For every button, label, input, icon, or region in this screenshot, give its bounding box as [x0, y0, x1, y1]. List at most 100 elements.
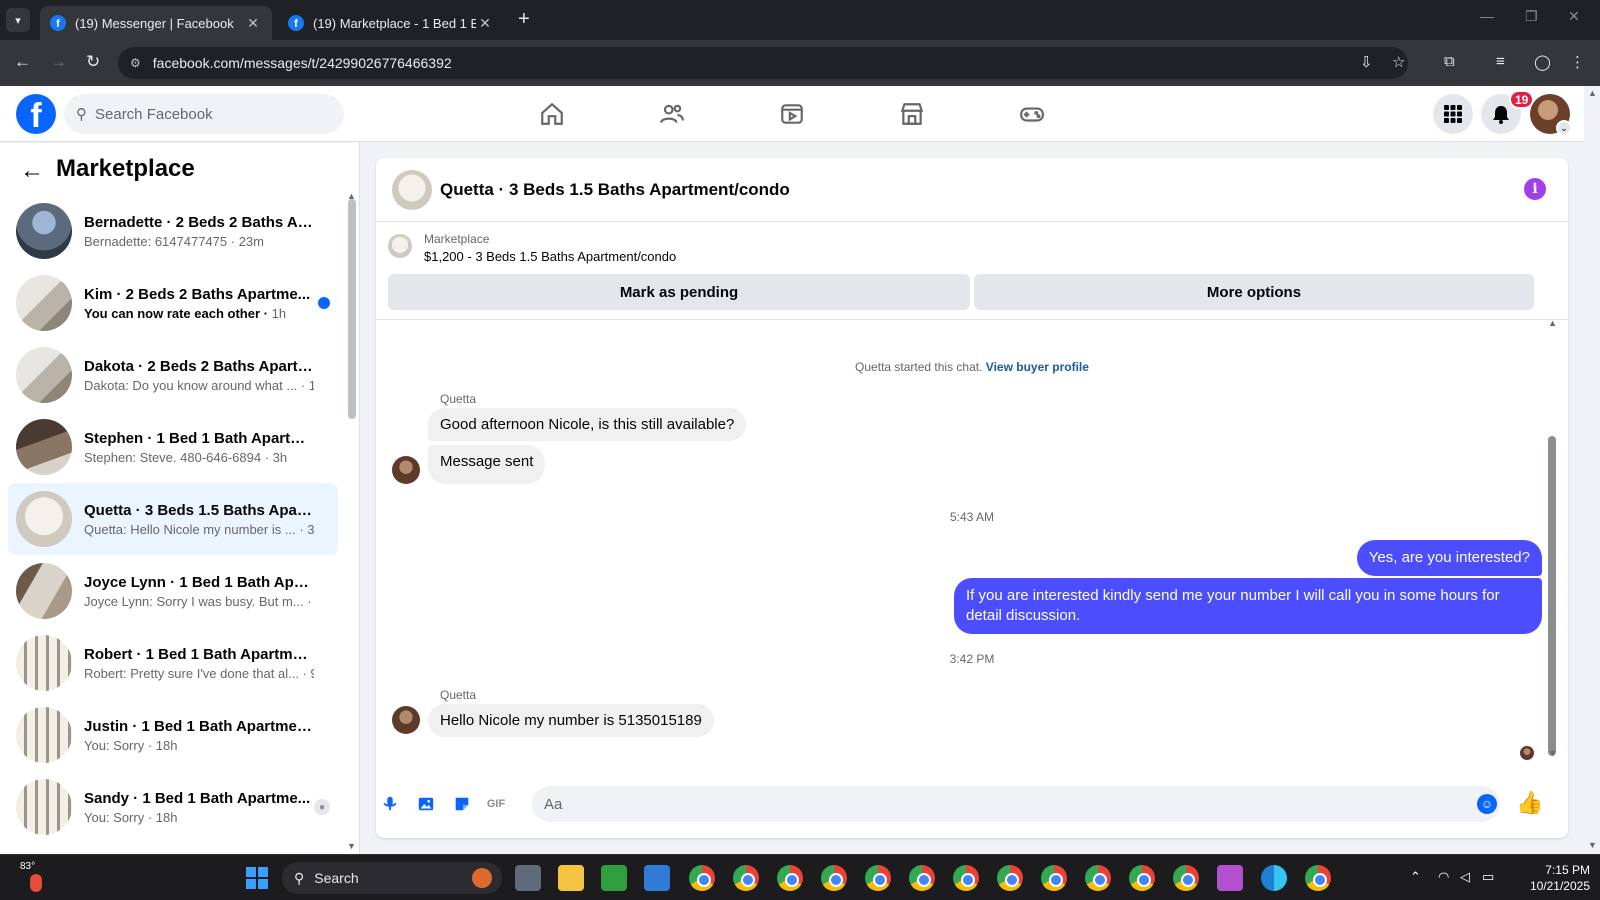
- chat-scrollbar[interactable]: [1548, 436, 1556, 756]
- chrome-icon[interactable]: [1305, 865, 1331, 891]
- chrome-icon[interactable]: [689, 865, 715, 891]
- message-input[interactable]: [532, 786, 1500, 822]
- site-info-icon[interactable]: ⚙: [130, 56, 141, 70]
- facebook-search-box[interactable]: ⚲: [64, 94, 344, 134]
- new-tab-icon[interactable]: +: [518, 8, 530, 31]
- minimize-icon[interactable]: —: [1480, 8, 1494, 24]
- conversation-item-active[interactable]: Quetta · 3 Beds 1.5 Baths Apart... Quett…: [8, 483, 338, 555]
- chrome-icon[interactable]: [1129, 865, 1155, 891]
- photo-icon[interactable]: [414, 792, 438, 816]
- incoming-message[interactable]: Good afternoon Nicole, is this still ava…: [428, 408, 747, 441]
- sender-avatar[interactable]: [392, 456, 420, 484]
- gaming-icon[interactable]: [1016, 98, 1048, 130]
- chat-title[interactable]: Quetta · 3 Beds 1.5 Baths Apartment/cond…: [440, 180, 790, 200]
- tab-messenger[interactable]: f (19) Messenger | Facebook ✕: [40, 6, 272, 40]
- facebook-search-input[interactable]: [95, 105, 315, 123]
- page-scrollbar[interactable]: ▲ ▼: [1584, 86, 1600, 854]
- conversation-item[interactable]: Dakota · 2 Beds 2 Baths Apartm... Dakota…: [8, 339, 338, 411]
- system-clock[interactable]: 7:15 PM 10/21/2025: [1510, 862, 1590, 894]
- chrome-icon[interactable]: [997, 865, 1023, 891]
- chrome-icon[interactable]: [1085, 865, 1111, 891]
- scroll-up-icon[interactable]: ▲: [1588, 88, 1597, 98]
- conversation-item[interactable]: Justin · 1 Bed 1 Bath Apartment/... You:…: [8, 699, 338, 771]
- task-view-icon[interactable]: [515, 865, 541, 891]
- reload-icon[interactable]: ↻: [86, 52, 100, 72]
- weather-widget[interactable]: 83°: [20, 861, 42, 892]
- outgoing-message[interactable]: If you are interested kindly send me you…: [954, 578, 1542, 634]
- info-icon[interactable]: i: [1524, 178, 1546, 200]
- clock-time: 7:15 PM: [1545, 863, 1590, 877]
- store-icon[interactable]: [644, 865, 670, 891]
- scroll-up-icon[interactable]: ▲: [1548, 318, 1557, 328]
- chrome-icon[interactable]: [821, 865, 847, 891]
- url-bar[interactable]: ⚙ facebook.com/messages/t/24299026776466…: [118, 47, 1408, 79]
- sender-avatar[interactable]: [392, 706, 420, 734]
- listing-price[interactable]: $1,200 - 3 Beds 1.5 Baths Apartment/cond…: [424, 249, 676, 264]
- chrome-icon[interactable]: [777, 865, 803, 891]
- file-explorer-icon[interactable]: [558, 865, 584, 891]
- tab-search-button[interactable]: ▾: [6, 8, 30, 32]
- conversation-item[interactable]: Robert · 1 Bed 1 Bath Apartment... Rober…: [8, 627, 338, 699]
- install-app-icon[interactable]: ⇩: [1360, 53, 1373, 71]
- chrome-icon[interactable]: [953, 865, 979, 891]
- windows-start-icon[interactable]: [246, 867, 268, 889]
- chevron-down-icon[interactable]: ⌄: [1556, 120, 1572, 136]
- scroll-down-icon[interactable]: ▼: [1588, 840, 1597, 850]
- back-arrow-icon[interactable]: ←: [20, 157, 44, 185]
- chrome-icon[interactable]: [1041, 865, 1067, 891]
- tab-close-icon[interactable]: ✕: [476, 15, 494, 32]
- browser-menu-icon[interactable]: ⋮: [1570, 53, 1585, 71]
- spreadsheet-app-icon[interactable]: [601, 865, 627, 891]
- tab-marketplace[interactable]: f (19) Marketplace - 1 Bed 1 Bath ✕: [278, 6, 504, 40]
- conversation-item[interactable]: Sandy · 1 Bed 1 Bath Apartme... You: Sor…: [8, 771, 338, 843]
- close-window-icon[interactable]: ✕: [1568, 8, 1580, 25]
- menu-grid-icon[interactable]: [1433, 94, 1473, 134]
- url-text: facebook.com/messages/t/2429902677646639…: [152, 55, 452, 71]
- profile-icon[interactable]: ◯: [1534, 53, 1551, 71]
- back-icon[interactable]: ←: [14, 52, 31, 72]
- chrome-icon[interactable]: [865, 865, 891, 891]
- media-app-icon[interactable]: [1217, 865, 1243, 891]
- sticker-icon[interactable]: [450, 792, 474, 816]
- conversation-item[interactable]: Stephen · 1 Bed 1 Bath Apartme... Stephe…: [8, 411, 338, 483]
- video-icon[interactable]: [776, 98, 808, 130]
- sidebar-scrollbar[interactable]: [348, 199, 356, 419]
- chrome-icon[interactable]: [733, 865, 759, 891]
- tab-close-icon[interactable]: ✕: [244, 15, 262, 32]
- microphone-icon[interactable]: [378, 792, 402, 816]
- outgoing-message[interactable]: Yes, are you interested?: [1356, 540, 1542, 576]
- restore-icon[interactable]: ❐: [1525, 8, 1538, 25]
- gif-icon[interactable]: GIF: [484, 792, 508, 816]
- conversation-preview: You can now rate each other · 1h: [84, 305, 287, 321]
- home-icon[interactable]: [536, 98, 568, 130]
- battery-icon[interactable]: ▭: [1482, 869, 1494, 885]
- view-buyer-profile-link[interactable]: View buyer profile: [986, 360, 1089, 374]
- emoji-icon[interactable]: ☺: [1477, 794, 1497, 814]
- tray-overflow-icon[interactable]: ⌃: [1410, 869, 1421, 885]
- facebook-logo-icon[interactable]: f: [16, 94, 56, 134]
- incoming-message[interactable]: Message sent: [428, 445, 546, 484]
- forward-icon[interactable]: →: [50, 52, 67, 72]
- conversation-item[interactable]: Bernadette · 2 Beds 2 Baths Apa... Berna…: [8, 195, 338, 267]
- media-controls-icon[interactable]: ≡: [1496, 53, 1505, 70]
- taskbar-search[interactable]: ⚲ Search: [282, 862, 502, 894]
- extensions-icon[interactable]: ⧉: [1444, 53, 1455, 70]
- mark-as-pending-button[interactable]: Mark as pending: [388, 274, 970, 310]
- scroll-down-icon[interactable]: ▼: [347, 841, 356, 851]
- wifi-icon[interactable]: ◠: [1438, 869, 1449, 885]
- friends-icon[interactable]: [656, 98, 688, 130]
- scroll-down-icon[interactable]: ▼: [1548, 748, 1557, 758]
- volume-icon[interactable]: ◁: [1460, 869, 1470, 885]
- weather-temperature: 83°: [20, 861, 36, 872]
- conversation-item[interactable]: Kim · 2 Beds 2 Baths Apartme... You can …: [8, 267, 338, 339]
- more-options-button[interactable]: More options: [974, 274, 1534, 310]
- conversation-item[interactable]: Joyce Lynn · 1 Bed 1 Bath Apart... Joyce…: [8, 555, 338, 627]
- chrome-icon[interactable]: [1173, 865, 1199, 891]
- thumbs-up-icon[interactable]: 👍: [1516, 790, 1543, 816]
- bookmark-star-icon[interactable]: ☆: [1392, 53, 1405, 71]
- incoming-message[interactable]: Hello Nicole my number is 5135015189: [428, 704, 714, 737]
- chat-avatar[interactable]: [392, 170, 432, 210]
- edge-icon[interactable]: [1261, 865, 1287, 891]
- marketplace-icon[interactable]: [896, 98, 928, 130]
- chrome-icon[interactable]: [909, 865, 935, 891]
